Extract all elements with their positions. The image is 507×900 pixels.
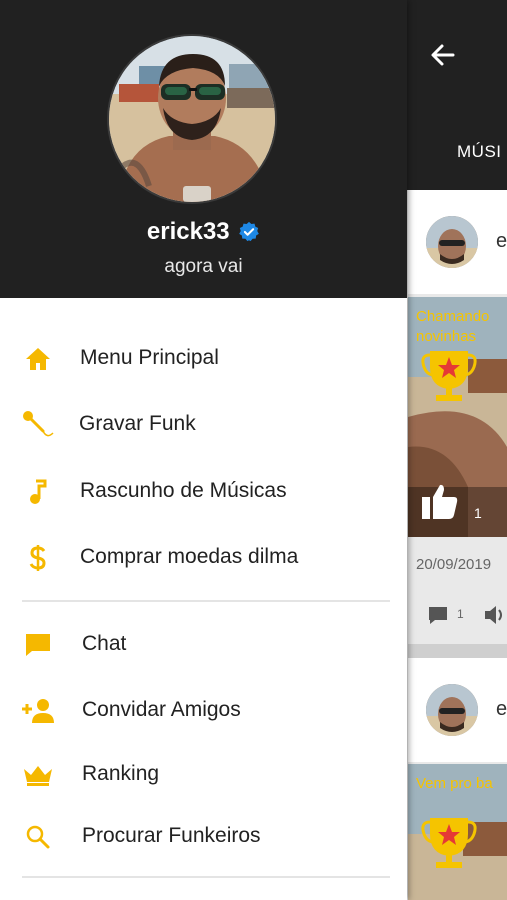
post-header-2[interactable]: e bbox=[408, 658, 507, 762]
menu-item-rascunho-de-musicas[interactable]: Rascunho de Músicas bbox=[0, 464, 407, 520]
menu-label: Convidar Amigos bbox=[82, 698, 241, 721]
avatar bbox=[426, 216, 478, 268]
microphone-icon bbox=[20, 409, 56, 441]
menu-item-comprar-moedas[interactable]: Comprar moedas dilma bbox=[0, 530, 407, 586]
menu-label: Gravar Funk bbox=[79, 412, 196, 435]
menu-label: Menu Principal bbox=[80, 346, 219, 369]
menu-label: Ranking bbox=[82, 762, 160, 785]
like-count: 1 bbox=[474, 505, 482, 521]
post-author-name-2: e bbox=[496, 698, 507, 720]
drawer-header: erick33 agora vai bbox=[0, 0, 407, 298]
chat-icon bbox=[20, 629, 56, 661]
home-icon bbox=[20, 343, 56, 375]
post-date: 20/09/2019 bbox=[416, 556, 492, 573]
menu-label: Rascunho de Músicas bbox=[80, 479, 287, 502]
user-status: agora vai bbox=[164, 256, 243, 277]
post-thumbnail[interactable]: Chamando novinhas 1 bbox=[408, 297, 507, 537]
dollar-icon bbox=[20, 542, 56, 574]
crown-icon bbox=[20, 759, 56, 791]
profile-photo[interactable] bbox=[107, 34, 277, 204]
comment-icon[interactable] bbox=[427, 604, 449, 626]
post-thumbnail-2[interactable]: Vem pro ba bbox=[408, 764, 507, 900]
navigation-drawer: erick33 agora vai Menu Principal Gravar … bbox=[0, 0, 407, 900]
menu-label: Procurar Funkeiros bbox=[82, 824, 261, 847]
post-title-line2: novinhas bbox=[416, 328, 477, 345]
avatar-2 bbox=[426, 684, 478, 736]
post-author-name: e bbox=[496, 230, 507, 252]
menu-item-gravar-funk[interactable]: Gravar Funk bbox=[0, 397, 407, 453]
search-icon bbox=[20, 821, 56, 853]
menu-item-procurar-funkeiros[interactable]: Procurar Funkeiros bbox=[0, 809, 407, 865]
back-arrow-icon[interactable] bbox=[428, 40, 458, 70]
verified-badge-icon bbox=[239, 221, 259, 242]
divider bbox=[22, 876, 390, 878]
music-note-icon bbox=[20, 476, 56, 508]
menu-label: Comprar moedas dilma bbox=[80, 545, 299, 568]
post-header[interactable]: e bbox=[408, 190, 507, 294]
menu-item-chat[interactable]: Chat bbox=[0, 617, 407, 673]
divider bbox=[22, 600, 390, 602]
menu-item-ranking[interactable]: Ranking bbox=[0, 747, 407, 803]
add-person-icon bbox=[20, 695, 56, 727]
menu-item-menu-principal[interactable]: Menu Principal bbox=[0, 331, 407, 387]
post-separator bbox=[408, 644, 507, 658]
menu-item-convidar-amigos[interactable]: Convidar Amigos bbox=[0, 683, 407, 739]
volume-icon[interactable] bbox=[483, 604, 507, 626]
post-title-2: Vem pro ba bbox=[416, 775, 493, 792]
username: erick33 bbox=[146, 218, 230, 245]
tab-musicas[interactable]: MÚSI bbox=[457, 142, 502, 162]
post-title: Chamando bbox=[416, 308, 490, 325]
menu-label: Chat bbox=[82, 632, 127, 655]
comment-count: 1 bbox=[457, 607, 464, 621]
